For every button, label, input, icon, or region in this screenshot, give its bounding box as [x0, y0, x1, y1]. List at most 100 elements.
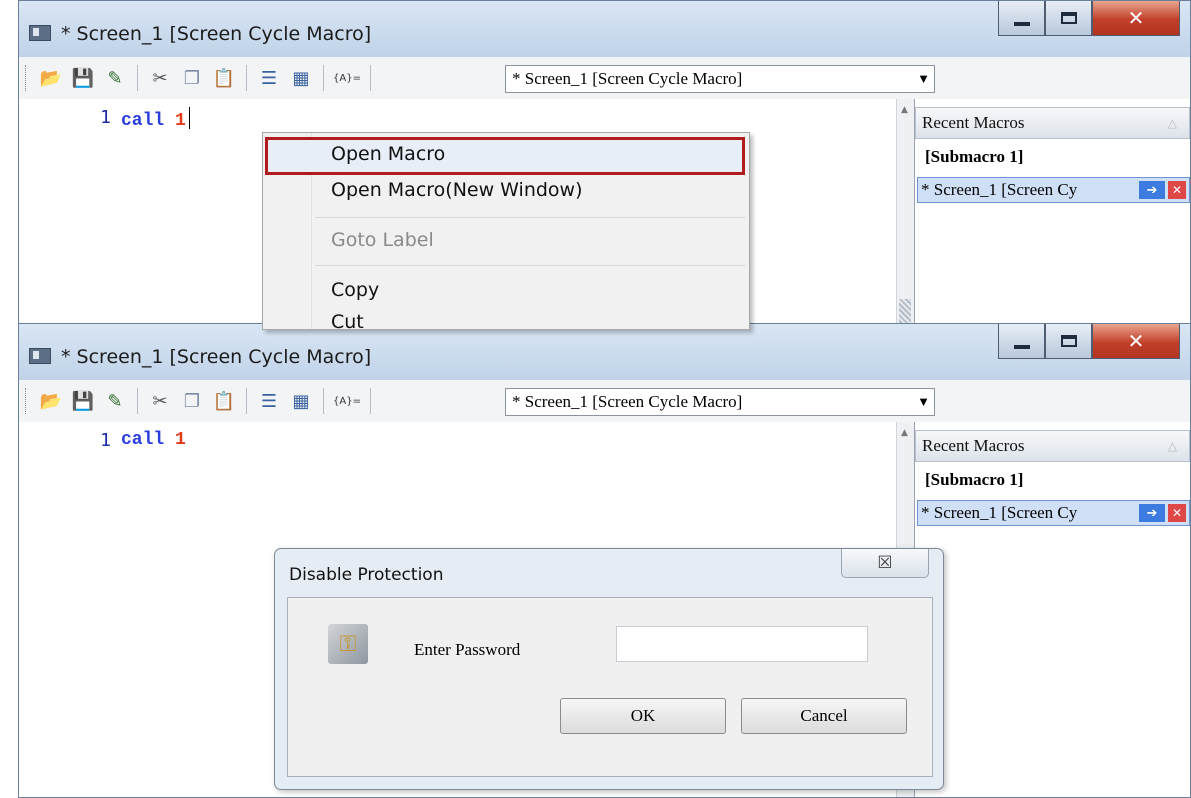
- toolbar-separator: [323, 388, 324, 414]
- toolbar-grip[interactable]: [25, 65, 29, 91]
- disable-protection-dialog: Disable Protection ☒ ⚿ Enter Password OK…: [274, 548, 944, 790]
- dialog-body: ⚿ Enter Password OK Cancel: [287, 597, 933, 777]
- window-icon: [29, 25, 51, 41]
- line-number-gutter: 1: [19, 422, 115, 797]
- cancel-button[interactable]: Cancel: [741, 698, 907, 734]
- menu-separator: [315, 265, 745, 266]
- macro-select-value: * Screen_1 [Screen Cycle Macro]: [512, 392, 743, 411]
- cut-icon[interactable]: ✂: [148, 389, 172, 413]
- go-arrow-icon[interactable]: ➔: [1139, 504, 1165, 522]
- collapse-icon[interactable]: △: [1168, 108, 1177, 138]
- save-icon[interactable]: 💾: [71, 389, 95, 413]
- recent-macro-item-selected[interactable]: * Screen_1 [Screen Cy ➔ ✕: [917, 500, 1190, 526]
- vertical-scrollbar[interactable]: ▲: [896, 99, 915, 329]
- macro-select[interactable]: * Screen_1 [Screen Cycle Macro] ▼: [505, 388, 935, 416]
- paste-icon[interactable]: 📋: [212, 389, 236, 413]
- edit-icon[interactable]: ✎: [103, 66, 127, 90]
- maximize-icon: [1060, 335, 1077, 347]
- macro-select-value: * Screen_1 [Screen Cycle Macro]: [512, 69, 743, 88]
- window-title: * Screen_1 [Screen Cycle Macro]: [61, 23, 372, 45]
- copy-icon[interactable]: ❐: [180, 389, 204, 413]
- properties-icon[interactable]: ▦: [289, 66, 313, 90]
- scroll-up-icon[interactable]: ▲: [901, 105, 908, 115]
- key-icon: ⚿: [328, 624, 368, 664]
- go-arrow-icon[interactable]: ➔: [1139, 181, 1165, 199]
- code-argument: 1: [175, 430, 186, 450]
- menu-item-cut[interactable]: Cut: [331, 311, 364, 329]
- toolbar-separator: [137, 65, 138, 91]
- window-title: * Screen_1 [Screen Cycle Macro]: [61, 346, 372, 368]
- text-caret: [188, 107, 190, 129]
- menu-separator: [315, 217, 745, 218]
- menu-item-open-macro-new-window[interactable]: Open Macro(New Window): [331, 179, 583, 201]
- line-number: 1: [100, 430, 111, 451]
- toolbar-separator: [370, 65, 371, 91]
- toolbar-separator: [246, 388, 247, 414]
- menu-item-open-macro[interactable]: Open Macro: [331, 143, 445, 165]
- toolbar-buttons: 📂 💾 ✎ ✂ ❐ 📋 ☰ ▦ {A}=: [25, 388, 377, 414]
- dialog-title: Disable Protection: [289, 565, 444, 585]
- edit-icon[interactable]: ✎: [103, 389, 127, 413]
- recent-macro-label: * Screen_1 [Screen Cy: [921, 503, 1078, 522]
- password-input[interactable]: [616, 626, 868, 662]
- list-icon[interactable]: ☰: [257, 389, 281, 413]
- recent-macros-panel: Recent Macros △ [Submacro 1] * Screen_1 […: [914, 422, 1190, 797]
- title-bar: * Screen_1 [Screen Cycle Macro] ✕: [19, 324, 1190, 380]
- caption-buttons: ✕: [998, 324, 1180, 359]
- remove-icon[interactable]: ✕: [1168, 504, 1186, 522]
- close-icon: ✕: [1127, 6, 1145, 30]
- recent-macros-panel: Recent Macros △ [Submacro 1] * Screen_1 […: [914, 99, 1190, 329]
- variable-icon[interactable]: {A}=: [333, 389, 361, 413]
- close-button[interactable]: ✕: [1092, 324, 1180, 359]
- window-icon: [29, 348, 51, 364]
- macro-select[interactable]: * Screen_1 [Screen Cycle Macro] ▼: [505, 65, 935, 93]
- toolbar-separator: [370, 388, 371, 414]
- open-folder-icon[interactable]: 📂: [39, 389, 63, 413]
- close-icon: ☒: [877, 553, 893, 573]
- recent-macro-item[interactable]: [Submacro 1]: [925, 470, 1023, 490]
- code-line[interactable]: call 1: [121, 107, 190, 131]
- line-number-gutter: 1: [19, 99, 115, 329]
- title-bar: * Screen_1 [Screen Cycle Macro] ✕: [19, 1, 1190, 57]
- properties-icon[interactable]: ▦: [289, 389, 313, 413]
- recent-macros-header[interactable]: Recent Macros △: [915, 107, 1190, 139]
- maximize-button[interactable]: [1045, 1, 1092, 36]
- dialog-close-button[interactable]: ☒: [841, 549, 929, 578]
- code-keyword: call: [121, 111, 165, 131]
- ok-button[interactable]: OK: [560, 698, 726, 734]
- open-folder-icon[interactable]: 📂: [39, 66, 63, 90]
- context-menu: Open Macro Open Macro(New Window) Goto L…: [262, 132, 750, 330]
- recent-macro-label: * Screen_1 [Screen Cy: [921, 180, 1078, 199]
- save-icon[interactable]: 💾: [71, 66, 95, 90]
- close-button[interactable]: ✕: [1092, 1, 1180, 36]
- recent-macro-item[interactable]: [Submacro 1]: [925, 147, 1023, 167]
- maximize-button[interactable]: [1045, 324, 1092, 359]
- code-argument: 1: [175, 111, 186, 131]
- code-line[interactable]: call 1: [121, 430, 186, 450]
- toolbar-separator: [246, 65, 247, 91]
- chevron-down-icon[interactable]: ▼: [917, 389, 930, 415]
- copy-icon[interactable]: ❐: [180, 66, 204, 90]
- toolbar-grip[interactable]: [25, 388, 29, 414]
- minimize-button[interactable]: [998, 1, 1045, 36]
- close-icon: ✕: [1127, 329, 1145, 353]
- minimize-button[interactable]: [998, 324, 1045, 359]
- menu-item-copy[interactable]: Copy: [331, 279, 379, 301]
- recent-macros-header[interactable]: Recent Macros △: [915, 430, 1190, 462]
- collapse-icon[interactable]: △: [1168, 431, 1177, 461]
- recent-macros-title: Recent Macros: [922, 113, 1025, 132]
- minimize-icon: [1013, 345, 1030, 349]
- code-keyword: call: [121, 430, 165, 450]
- paste-icon[interactable]: 📋: [212, 66, 236, 90]
- recent-macros-title: Recent Macros: [922, 436, 1025, 455]
- recent-macro-item-selected[interactable]: * Screen_1 [Screen Cy ➔ ✕: [917, 177, 1190, 203]
- toolbar-separator: [323, 65, 324, 91]
- scroll-up-icon[interactable]: ▲: [901, 428, 908, 438]
- list-icon[interactable]: ☰: [257, 66, 281, 90]
- chevron-down-icon[interactable]: ▼: [917, 66, 930, 92]
- remove-icon[interactable]: ✕: [1168, 181, 1186, 199]
- cut-icon[interactable]: ✂: [148, 66, 172, 90]
- variable-icon[interactable]: {A}=: [333, 66, 361, 90]
- menu-item-goto-label: Goto Label: [331, 229, 434, 251]
- minimize-icon: [1013, 22, 1030, 26]
